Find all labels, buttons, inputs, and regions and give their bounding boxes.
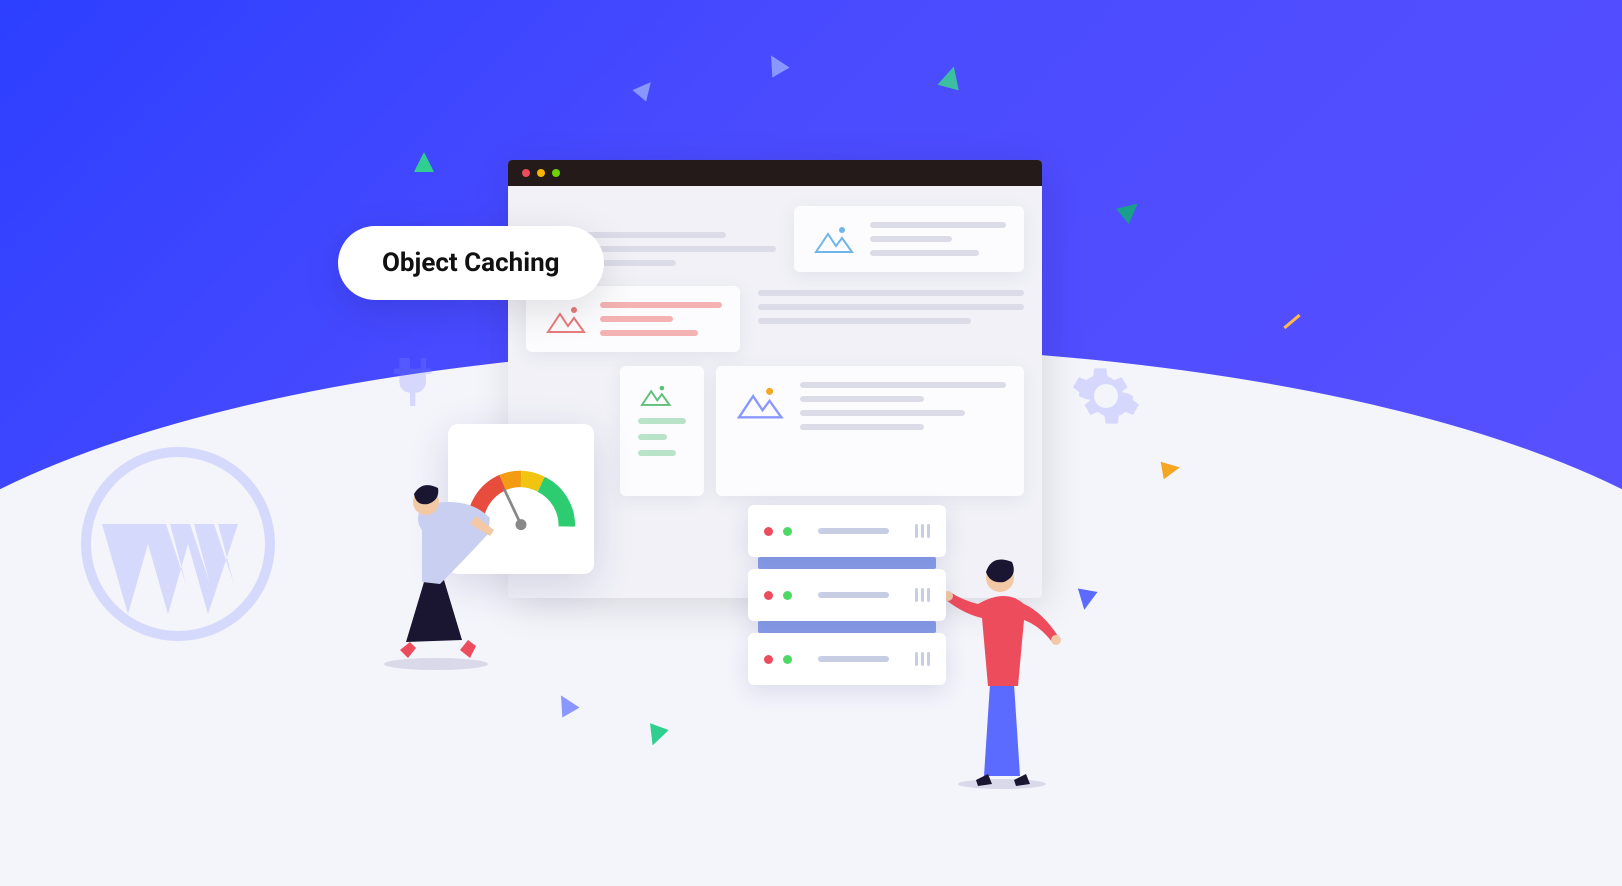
feature-label-pill: Object Caching [338, 226, 604, 300]
status-dot-red-icon [764, 655, 773, 664]
server-bar [818, 592, 889, 598]
person-pushing-illustration [366, 474, 506, 670]
server-grill-icon [915, 524, 930, 538]
traffic-light-minimize-icon [537, 169, 545, 177]
gear-icon [1070, 360, 1142, 432]
server-stack [748, 505, 946, 685]
status-dot-red-icon [764, 591, 773, 600]
placeholder-lines [758, 286, 1024, 352]
server-bar [818, 656, 889, 662]
status-dot-green-icon [783, 591, 792, 600]
triangle-icon [414, 152, 434, 172]
server-grill-icon [915, 652, 930, 666]
accent-line [1283, 314, 1300, 329]
status-dot-green-icon [783, 527, 792, 536]
image-placeholder-icon [812, 222, 854, 256]
traffic-light-zoom-icon [552, 169, 560, 177]
server-row [748, 633, 946, 685]
server-grill-icon [915, 588, 930, 602]
plug-icon [378, 350, 442, 414]
browser-titlebar [508, 160, 1042, 186]
triangle-icon [1161, 459, 1182, 480]
triangle-icon [1116, 196, 1144, 224]
triangle-icon [762, 50, 789, 77]
feature-label-text: Object Caching [382, 248, 560, 278]
status-dot-red-icon [764, 527, 773, 536]
image-placeholder-icon [544, 302, 586, 336]
person-server-illustration [942, 540, 1062, 790]
traffic-light-close-icon [522, 169, 530, 177]
content-card [716, 366, 1024, 496]
status-dot-green-icon [783, 655, 792, 664]
image-placeholder-icon [734, 382, 784, 422]
wordpress-logo-icon [78, 444, 278, 644]
triangle-icon [1074, 588, 1097, 611]
content-card [620, 366, 704, 496]
triangle-icon [632, 76, 657, 101]
content-card [794, 206, 1024, 272]
triangle-icon [938, 64, 965, 91]
server-row [748, 505, 946, 557]
server-bar [818, 528, 889, 534]
server-row [748, 569, 946, 621]
image-placeholder-icon [638, 382, 672, 408]
